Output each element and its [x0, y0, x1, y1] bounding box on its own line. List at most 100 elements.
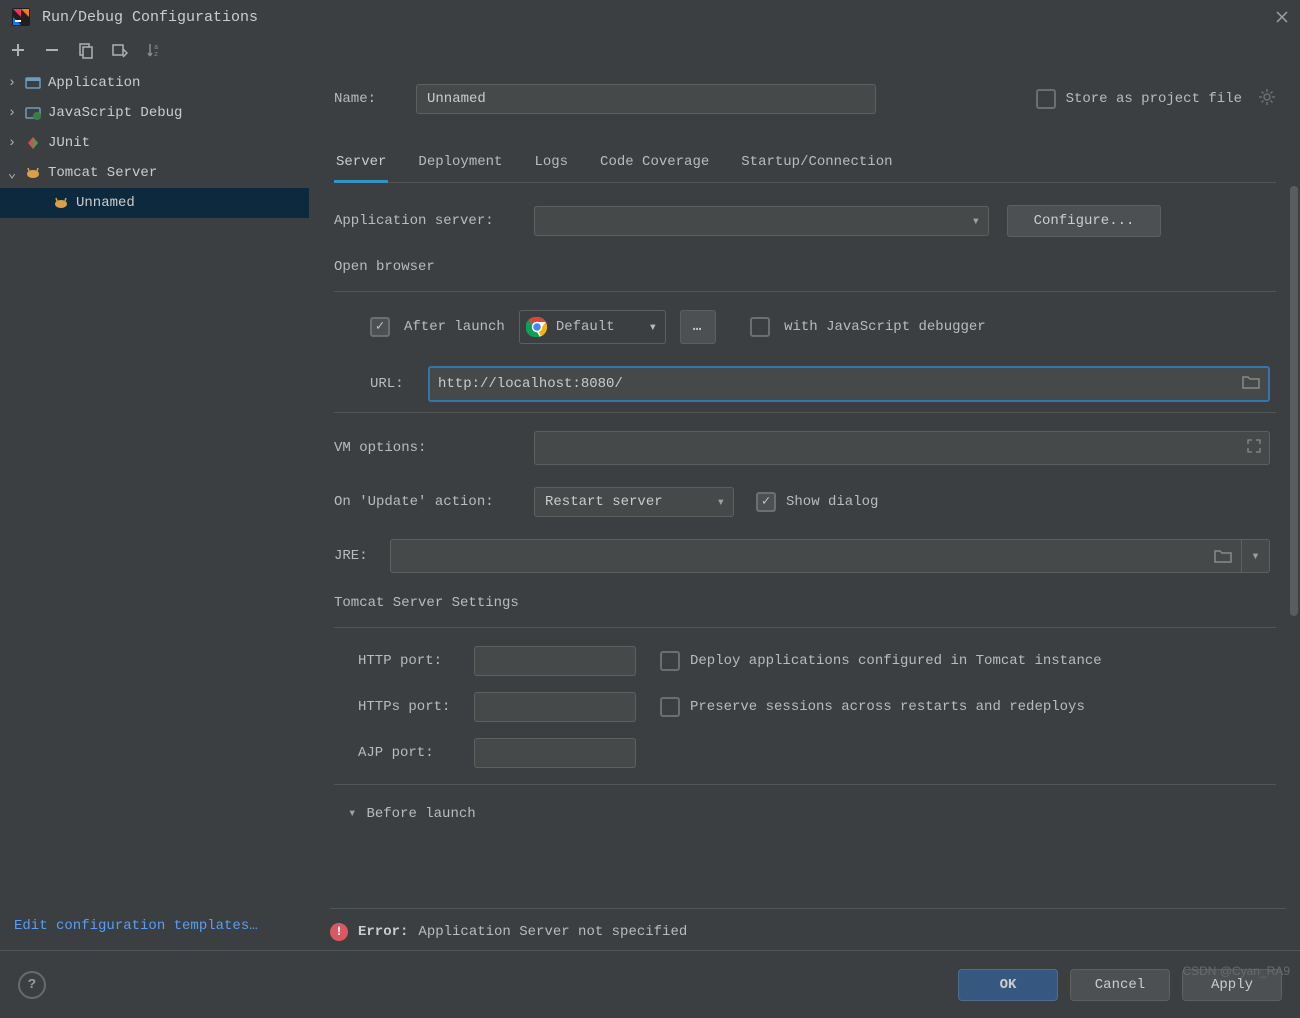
chevron-down-icon[interactable]: ▾: [1241, 540, 1269, 572]
store-as-project-checkbox[interactable]: [1036, 89, 1056, 109]
on-update-select[interactable]: Restart server ▾: [534, 487, 734, 517]
intellij-icon: [10, 6, 32, 28]
tab-server[interactable]: Server: [334, 144, 388, 183]
divider: [334, 784, 1276, 785]
dialog-button-bar: ? OK Cancel Apply: [0, 950, 1300, 1018]
chevron-right-icon: ›: [6, 75, 18, 91]
https-port-label: HTTPs port:: [358, 699, 474, 715]
name-label: Name:: [334, 91, 416, 107]
http-port-label: HTTP port:: [358, 653, 474, 669]
js-debug-icon: [24, 104, 42, 122]
app-server-label: Application server:: [334, 213, 534, 229]
gear-icon[interactable]: [1258, 88, 1276, 111]
jre-select[interactable]: ▾: [390, 539, 1270, 573]
tree-label: Tomcat Server: [48, 165, 157, 181]
divider: [334, 412, 1276, 413]
edit-templates-link[interactable]: Edit configuration templates…: [0, 908, 309, 950]
tree-label: JavaScript Debug: [48, 105, 182, 121]
folder-icon[interactable]: [1205, 540, 1241, 572]
tree-label: JUnit: [48, 135, 90, 151]
tree-label: Application: [48, 75, 140, 91]
tree-item-application[interactable]: › Application: [0, 68, 309, 98]
junit-icon: [24, 134, 42, 152]
tab-deployment[interactable]: Deployment: [416, 144, 504, 183]
ajp-port-label: AJP port:: [358, 745, 474, 761]
error-icon: !: [330, 923, 348, 941]
remove-icon[interactable]: [42, 40, 62, 60]
configure-button[interactable]: Configure...: [1007, 205, 1161, 237]
close-icon[interactable]: [1274, 9, 1290, 25]
tomcat-settings-label: Tomcat Server Settings: [334, 595, 1276, 611]
tree-label: Unnamed: [76, 195, 135, 211]
chevron-down-icon: ⌄: [6, 165, 18, 182]
error-message: Application Server not specified: [418, 924, 687, 940]
chevron-down-icon: ▾: [972, 213, 980, 230]
show-dialog-label: Show dialog: [786, 494, 878, 510]
vm-options-label: VM options:: [334, 440, 534, 456]
name-input[interactable]: [416, 84, 876, 114]
chevron-down-icon: ▾: [649, 319, 657, 336]
browser-select[interactable]: Default ▾: [519, 310, 666, 344]
tab-logs[interactable]: Logs: [532, 144, 570, 183]
titlebar: Run/Debug Configurations: [0, 0, 1300, 34]
copy-icon[interactable]: [76, 40, 96, 60]
after-launch-label: After launch: [404, 319, 505, 335]
error-label: Error:: [358, 924, 408, 940]
browser-select-value: Default: [556, 319, 615, 335]
tree-item-unnamed[interactable]: Unnamed: [0, 188, 309, 218]
scrollbar-thumb[interactable]: [1290, 186, 1298, 616]
config-form-panel: Name: Store as project file Server Deplo…: [310, 66, 1300, 950]
cancel-button[interactable]: Cancel: [1070, 969, 1170, 1001]
https-port-input[interactable]: [474, 692, 636, 722]
svg-text:z: z: [154, 51, 158, 59]
after-launch-checkbox[interactable]: [370, 317, 390, 337]
ajp-port-input[interactable]: [474, 738, 636, 768]
app-server-select[interactable]: ▾: [534, 206, 989, 236]
tree-item-js-debug[interactable]: › JavaScript Debug: [0, 98, 309, 128]
on-update-label: On 'Update' action:: [334, 494, 534, 510]
watermark: CSDN @Cyan_RA9: [1182, 964, 1290, 978]
chevron-right-icon: ›: [6, 105, 18, 121]
vm-options-input[interactable]: [534, 431, 1270, 465]
preserve-sessions-checkbox[interactable]: [660, 697, 680, 717]
config-tabs: Server Deployment Logs Code Coverage Sta…: [334, 144, 1276, 183]
js-debugger-checkbox[interactable]: [750, 317, 770, 337]
error-bar: ! Error: Application Server not specifie…: [330, 908, 1286, 942]
chevron-down-icon: ▾: [717, 494, 725, 511]
open-browser-label: Open browser: [334, 259, 1276, 275]
show-dialog-checkbox[interactable]: [756, 492, 776, 512]
save-template-icon[interactable]: [110, 40, 130, 60]
window-title: Run/Debug Configurations: [42, 9, 1274, 26]
tomcat-icon: [24, 164, 42, 182]
preserve-sessions-label: Preserve sessions across restarts and re…: [690, 699, 1085, 715]
url-input[interactable]: [438, 368, 1242, 400]
config-tree: › Application › JavaScript Debug › JUnit…: [0, 66, 309, 908]
help-button[interactable]: ?: [18, 971, 46, 999]
browser-more-button[interactable]: …: [680, 310, 716, 344]
config-toolbar: az: [0, 34, 1300, 66]
jre-label: JRE:: [334, 548, 390, 564]
divider: [334, 627, 1276, 628]
js-debugger-label: with JavaScript debugger: [784, 319, 986, 335]
chrome-icon: [526, 316, 548, 338]
tab-startup[interactable]: Startup/Connection: [739, 144, 894, 183]
ok-button[interactable]: OK: [958, 969, 1058, 1001]
config-tree-panel: › Application › JavaScript Debug › JUnit…: [0, 66, 310, 950]
on-update-value: Restart server: [545, 494, 663, 510]
url-label: URL:: [370, 376, 416, 392]
http-port-input[interactable]: [474, 646, 636, 676]
deploy-apps-label: Deploy applications configured in Tomcat…: [690, 653, 1102, 669]
chevron-down-icon[interactable]: ▾: [348, 805, 356, 822]
tab-code-coverage[interactable]: Code Coverage: [598, 144, 711, 183]
tree-item-tomcat[interactable]: ⌄ Tomcat Server: [0, 158, 309, 188]
vertical-scrollbar[interactable]: [1288, 186, 1300, 826]
sort-icon[interactable]: az: [144, 40, 164, 60]
store-as-project-label: Store as project file: [1066, 91, 1242, 107]
expand-icon[interactable]: [1247, 439, 1261, 458]
tree-item-junit[interactable]: › JUnit: [0, 128, 309, 158]
divider: [334, 291, 1276, 292]
add-icon[interactable]: [8, 40, 28, 60]
tomcat-icon: [52, 194, 70, 212]
folder-icon[interactable]: [1242, 375, 1260, 394]
deploy-apps-checkbox[interactable]: [660, 651, 680, 671]
